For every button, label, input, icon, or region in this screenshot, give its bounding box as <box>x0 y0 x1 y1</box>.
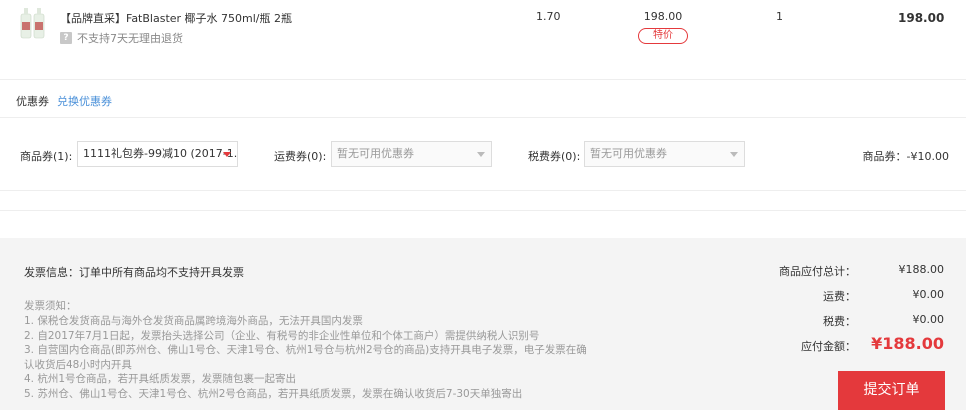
shipping-coupon-value: 暂无可用优惠券 <box>337 147 414 160</box>
coupon-discount-summary: 商品券：-¥10.00 <box>862 150 949 163</box>
shipping-label: 运费： <box>823 290 856 303</box>
return-policy: ? 不支持7天无理由退货 <box>60 30 183 46</box>
goods-total-label: 商品应付总计： <box>779 265 856 278</box>
product-price: 198.00 <box>643 10 683 23</box>
order-item-row: 【品牌直采】FatBlaster 椰子水 750ml/瓶 2瓶 ? 不支持7天无… <box>0 0 966 62</box>
shipping-value: ¥0.00 <box>912 288 945 301</box>
product-weight: 1.70 <box>536 10 561 23</box>
tax-coupon-select[interactable]: 暂无可用优惠券 <box>584 141 745 167</box>
invoice-info: 发票信息：订单中所有商品均不支持开具发票 <box>24 266 244 279</box>
divider <box>0 117 966 118</box>
special-price-badge: 特价 <box>638 28 688 44</box>
invoice-note: 认收货后48小时内开具 <box>24 358 132 371</box>
goods-coupon-label: 商品券(1): <box>20 150 73 163</box>
product-thumbnail[interactable] <box>18 6 48 40</box>
coconut-water-bottles-image <box>20 8 45 39</box>
divider <box>0 79 966 80</box>
tax-coupon-value: 暂无可用优惠券 <box>590 147 667 160</box>
invoice-notes-list: 1. 保税仓发货商品与海外仓发货商品属跨境海外商品，无法开具国内发票 2. 自2… <box>24 314 604 402</box>
product-quantity: 1 <box>776 10 783 23</box>
return-policy-text: 不支持7天无理由退货 <box>77 32 183 45</box>
tax-row: 税费： ¥0.00 <box>760 313 946 329</box>
goods-coupon-select[interactable]: 1111礼包券-99减10 (2017-1... <box>77 141 238 167</box>
invoice-note: 4. 杭州1号仓商品，若开具纸质发票，发票随包裹一起寄出 <box>24 373 297 386</box>
shipping-coupon-select[interactable]: 暂无可用优惠券 <box>331 141 492 167</box>
invoice-note: 1. 保税仓发货商品与海外仓发货商品属跨境海外商品，无法开具国内发票 <box>24 315 363 327</box>
chevron-down-icon <box>223 152 231 157</box>
chevron-down-icon <box>477 152 485 157</box>
tax-value: ¥0.00 <box>912 313 945 326</box>
tax-label: 税费： <box>823 315 856 328</box>
chevron-down-icon <box>730 152 738 157</box>
divider <box>0 210 966 211</box>
goods-coupon-value: 1111礼包券-99减10 (2017-1... <box>83 147 238 160</box>
shipping-coupon-label: 运费券(0): <box>274 150 327 163</box>
shipping-row: 运费： ¥0.00 <box>760 288 946 304</box>
invoice-note: 3. 自营国内仓商品(即苏州仓、佛山1号仓、天津1号仓、杭州1号仓与杭州2号仓的… <box>24 344 587 357</box>
tax-coupon-label: 税费券(0): <box>528 150 581 163</box>
divider <box>0 190 966 191</box>
payable-amount: ¥188.00 <box>871 334 944 353</box>
invoice-note: 5. 苏州仓、佛山1号仓、天津1号仓、杭州2号仓商品，若开具纸质发票，发票在确认… <box>24 387 523 400</box>
submit-order-button[interactable]: 提交订单 <box>838 371 945 410</box>
coupon-section-label: 优惠券 <box>16 95 49 108</box>
product-title[interactable]: 【品牌直采】FatBlaster 椰子水 750ml/瓶 2瓶 <box>60 10 292 26</box>
question-icon[interactable]: ? <box>60 32 72 44</box>
goods-total-row: 商品应付总计： ¥188.00 <box>760 263 946 279</box>
exchange-coupon-link[interactable]: 兑换优惠券 <box>57 93 112 109</box>
product-subtotal: 198.00 <box>898 11 945 25</box>
payable-label: 应付金额： <box>801 340 856 353</box>
invoice-note: 2. 自2017年7月1日起，发票抬头选择公司（企业、有税号的非企业性单位和个体… <box>24 329 540 342</box>
payable-row: 应付金额： ¥188.00 <box>760 334 946 354</box>
order-footer: 发票信息：订单中所有商品均不支持开具发票 发票须知： 1. 保税仓发货商品与海外… <box>0 238 966 410</box>
invoice-notes-title: 发票须知： <box>24 300 77 312</box>
goods-total-value: ¥188.00 <box>898 263 945 276</box>
